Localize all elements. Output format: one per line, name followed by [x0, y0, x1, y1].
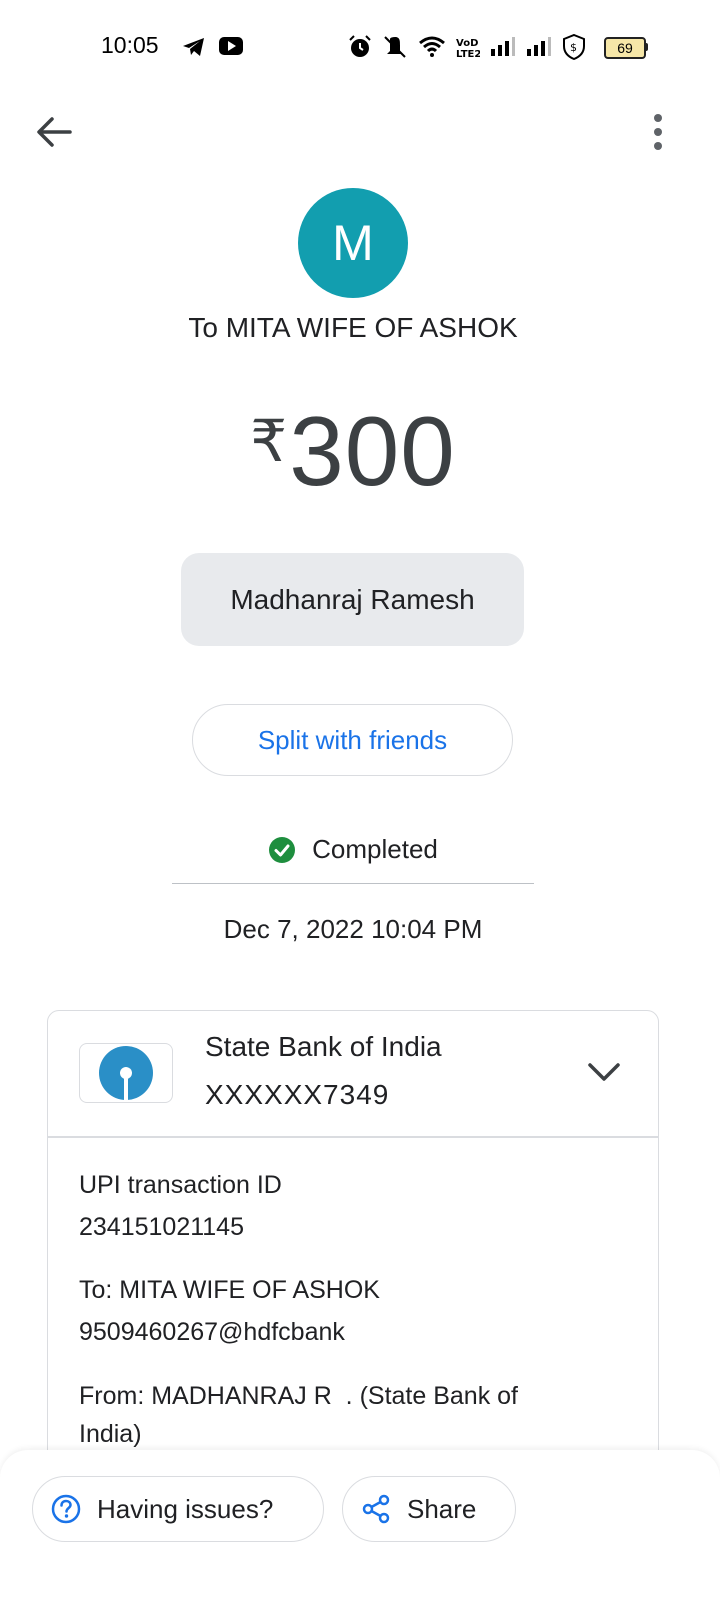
payment-note: Madhanraj Ramesh	[181, 553, 524, 646]
amount: ₹300	[0, 395, 706, 508]
status-time: 10:05	[101, 32, 159, 58]
card-divider	[48, 1136, 658, 1138]
payee-avatar: M	[298, 188, 408, 298]
back-button[interactable]	[32, 110, 76, 154]
bank-name: State Bank of India	[205, 1031, 442, 1062]
battery-icon: 69	[604, 37, 646, 59]
chevron-down-icon	[588, 1063, 620, 1081]
status-bar: 10:05 VoD LTE2 $ 69	[0, 0, 720, 96]
from-block: From: MADHANRAJ R . (State Bank of India…	[79, 1377, 518, 1453]
alarm-icon	[349, 35, 371, 57]
svg-text:VoD: VoD	[456, 38, 478, 49]
bank-account-row[interactable]: State Bank of India XXXXXX7349	[48, 1011, 658, 1136]
having-issues-label: Having issues?	[97, 1493, 274, 1524]
youtube-icon	[219, 37, 243, 55]
payee-title: To MITA WIFE OF ASHOK	[188, 312, 518, 343]
wifi-icon	[419, 36, 445, 57]
share-button[interactable]: Share	[342, 1476, 516, 1542]
divider	[172, 883, 534, 884]
currency-symbol: ₹	[250, 409, 288, 474]
share-label: Share	[407, 1493, 477, 1524]
telegram-icon	[183, 38, 204, 56]
svg-text:LTE2: LTE2	[456, 49, 480, 58]
upi-transaction-block: UPI transaction ID 234151021145	[79, 1166, 282, 1246]
app-bar	[0, 96, 720, 166]
bottom-action-bar: Having issues? Share	[0, 1450, 720, 1600]
more-vert-icon	[654, 114, 662, 150]
system-icons: VoD LTE2 $	[348, 34, 586, 60]
signal-icon-1	[491, 37, 515, 56]
bank-logo	[79, 1043, 173, 1103]
bank-account-number: XXXXXX7349	[205, 1079, 390, 1110]
payment-status: Completed	[0, 834, 706, 865]
notification-icons	[182, 36, 244, 58]
arrow-left-icon	[37, 117, 72, 147]
svg-text:$: $	[570, 41, 577, 54]
battery-tip	[645, 43, 648, 51]
status-label: Completed	[312, 834, 438, 864]
to-label: To: MITA WIFE OF ASHOK	[79, 1276, 380, 1304]
to-block: To: MITA WIFE OF ASHOK 9509460267@hdfcba…	[79, 1271, 380, 1351]
upi-transaction-label: UPI transaction ID	[79, 1171, 282, 1199]
signal-icon-2	[527, 37, 551, 56]
security-shield-icon: $	[563, 34, 585, 60]
check-circle-icon	[269, 836, 296, 863]
help-circle-icon	[51, 1494, 81, 1524]
volte-icon: VoD LTE2	[456, 38, 480, 58]
upi-transaction-id: 234151021145	[79, 1213, 244, 1241]
share-icon	[362, 1494, 390, 1524]
split-with-friends-button[interactable]: Split with friends	[192, 704, 513, 776]
to-vpa: 9509460267@hdfcbank	[79, 1318, 345, 1346]
having-issues-button[interactable]: Having issues?	[32, 1476, 324, 1542]
more-options-button[interactable]	[640, 110, 676, 154]
from-label-line2: India)	[79, 1420, 142, 1448]
sbi-logo-icon	[99, 1046, 153, 1100]
amount-value: 300	[289, 396, 456, 506]
transaction-datetime: Dec 7, 2022 10:04 PM	[223, 914, 483, 944]
from-label-line1: From: MADHANRAJ R . (State Bank of	[79, 1382, 518, 1410]
mute-icon	[384, 36, 406, 58]
